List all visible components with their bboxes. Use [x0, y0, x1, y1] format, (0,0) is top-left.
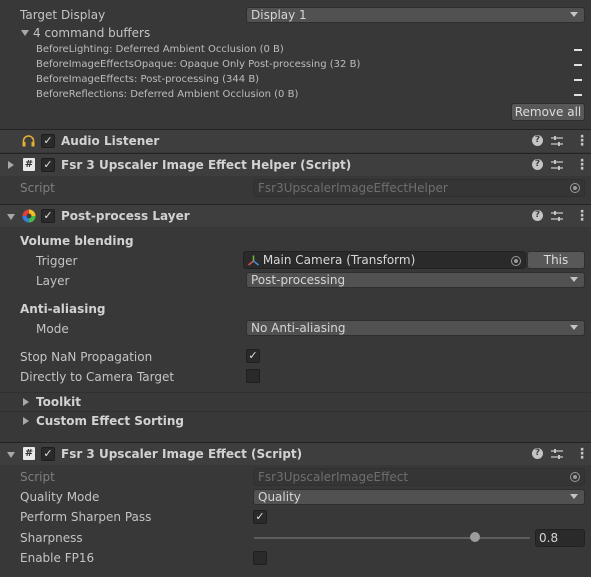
- stop-nan-checkbox[interactable]: ✓: [246, 349, 260, 363]
- post-process-layer-title: Post-process Layer: [61, 209, 190, 223]
- audio-listener-title: Audio Listener: [61, 134, 160, 148]
- fp16-checkbox[interactable]: [253, 551, 267, 565]
- fsr-effect-script-value: Fsr3UpscalerImageEffect: [258, 470, 409, 484]
- fsr-effect-script-label: Script: [20, 470, 55, 484]
- presets-icon[interactable]: [551, 448, 563, 460]
- quality-mode-label: Quality Mode: [20, 490, 100, 504]
- volume-blending-heading: Volume blending: [20, 234, 134, 248]
- fsr-helper-script-field: Fsr3UpscalerImageEffectHelper: [253, 179, 585, 197]
- help-icon[interactable]: ?: [532, 448, 543, 459]
- fsr-effect-header[interactable]: # ✓ Fsr 3 Upscaler Image Effect (Script)…: [0, 443, 591, 465]
- fsr-helper-script-value: Fsr3UpscalerImageEffectHelper: [258, 181, 448, 195]
- object-picker-icon: [570, 183, 580, 193]
- stop-nan-label: Stop NaN Propagation: [20, 350, 153, 364]
- anti-aliasing-heading: Anti-aliasing: [20, 302, 106, 316]
- sharpness-slider-thumb[interactable]: [469, 532, 480, 542]
- target-display-dropdown[interactable]: Display 1: [246, 7, 585, 23]
- more-options-icon[interactable]: ⋮: [575, 134, 589, 148]
- help-icon[interactable]: ?: [532, 210, 543, 221]
- command-buffer-item: BeforeLighting: Deferred Ambient Occlusi…: [36, 44, 284, 55]
- sharpen-pass-checkbox[interactable]: ✓: [253, 510, 267, 524]
- fsr-helper-enabled-checkbox[interactable]: ✓: [41, 158, 55, 172]
- remove-buffer-icon[interactable]: [574, 49, 582, 51]
- sharpness-input[interactable]: 0.8: [535, 529, 585, 547]
- fp16-label: Enable FP16: [20, 551, 95, 565]
- object-picker-icon: [570, 472, 580, 482]
- remove-all-button[interactable]: Remove all: [511, 103, 585, 121]
- trigger-value: Main Camera (Transform): [262, 253, 416, 267]
- fsr-helper-title: Fsr 3 Upscaler Image Effect Helper (Scri…: [61, 158, 352, 172]
- custom-sorting-foldout[interactable]: Custom Effect Sorting: [36, 413, 184, 429]
- sharpness-label: Sharpness: [20, 531, 83, 545]
- post-process-icon: [22, 209, 36, 223]
- foldout-icon[interactable]: [7, 452, 15, 458]
- object-picker-icon[interactable]: [511, 256, 521, 266]
- fsr-effect-title: Fsr 3 Upscaler Image Effect (Script): [61, 447, 303, 461]
- help-icon[interactable]: ?: [532, 159, 543, 170]
- command-buffers-label: 4 command buffers: [33, 26, 151, 40]
- presets-icon[interactable]: [551, 135, 563, 147]
- remove-buffer-icon[interactable]: [574, 79, 582, 81]
- command-buffer-item: BeforeImageEffectsOpaque: Opaque Only Po…: [36, 59, 361, 70]
- post-process-layer-enabled-checkbox[interactable]: ✓: [41, 209, 55, 223]
- trigger-field[interactable]: Main Camera (Transform): [243, 251, 526, 269]
- fsr-helper-script-label: Script: [20, 181, 55, 195]
- transform-icon: [248, 255, 259, 266]
- mode-label: Mode: [36, 322, 69, 336]
- layer-dropdown[interactable]: Post-processing: [246, 272, 585, 288]
- remove-buffer-icon[interactable]: [574, 64, 582, 66]
- layer-value: Post-processing: [251, 273, 346, 287]
- direct-target-checkbox[interactable]: [246, 369, 260, 383]
- sharpness-slider-track[interactable]: [254, 537, 530, 539]
- fsr-effect-enabled-checkbox[interactable]: ✓: [41, 447, 55, 461]
- divider: [0, 392, 591, 393]
- remove-buffer-icon[interactable]: [574, 94, 582, 96]
- target-display-label: Target Display: [20, 8, 106, 22]
- fsr-helper-header[interactable]: # ✓ Fsr 3 Upscaler Image Effect Helper (…: [0, 154, 591, 176]
- sharpen-pass-label: Perform Sharpen Pass: [20, 510, 152, 524]
- this-button[interactable]: This: [527, 251, 585, 269]
- chevron-down-icon: [570, 494, 578, 499]
- trigger-label: Trigger: [36, 254, 78, 268]
- audio-listener-enabled-checkbox[interactable]: ✓: [41, 134, 55, 148]
- target-display-value: Display 1: [251, 8, 307, 22]
- toolkit-foldout-icon[interactable]: [23, 398, 29, 406]
- help-icon[interactable]: ?: [532, 135, 543, 146]
- command-buffer-item: BeforeReflections: Deferred Ambient Occl…: [36, 89, 299, 100]
- foldout-icon[interactable]: [7, 214, 15, 220]
- toolkit-foldout[interactable]: Toolkit: [36, 394, 81, 410]
- quality-mode-dropdown[interactable]: Quality: [253, 489, 585, 505]
- script-icon: #: [23, 447, 35, 460]
- fsr-effect-script-field: Fsr3UpscalerImageEffect: [253, 468, 585, 486]
- chevron-down-icon: [570, 12, 578, 17]
- direct-target-label: Directly to Camera Target: [20, 370, 175, 384]
- headphones-icon: [22, 135, 35, 147]
- chevron-down-icon: [570, 325, 578, 330]
- divider: [0, 411, 591, 412]
- more-options-icon[interactable]: ⋮: [575, 158, 589, 172]
- layer-label: Layer: [36, 274, 70, 288]
- presets-icon[interactable]: [551, 159, 563, 171]
- mode-dropdown[interactable]: No Anti-aliasing: [246, 320, 585, 336]
- post-process-layer-header[interactable]: ✓ Post-process Layer ? ⋮: [0, 205, 591, 227]
- custom-sorting-foldout-icon[interactable]: [23, 417, 29, 425]
- foldout-icon[interactable]: [8, 161, 14, 169]
- script-icon: #: [23, 158, 35, 171]
- command-buffer-item: BeforeImageEffects: Post-processing (344…: [36, 74, 260, 85]
- more-options-icon[interactable]: ⋮: [575, 209, 589, 223]
- audio-listener-header[interactable]: ✓ Audio Listener ? ⋮: [0, 130, 591, 152]
- quality-mode-value: Quality: [258, 490, 301, 504]
- presets-icon[interactable]: [551, 210, 563, 222]
- command-buffers-foldout-icon[interactable]: [21, 30, 29, 36]
- mode-value: No Anti-aliasing: [251, 321, 346, 335]
- more-options-icon[interactable]: ⋮: [575, 447, 589, 461]
- chevron-down-icon: [570, 277, 578, 282]
